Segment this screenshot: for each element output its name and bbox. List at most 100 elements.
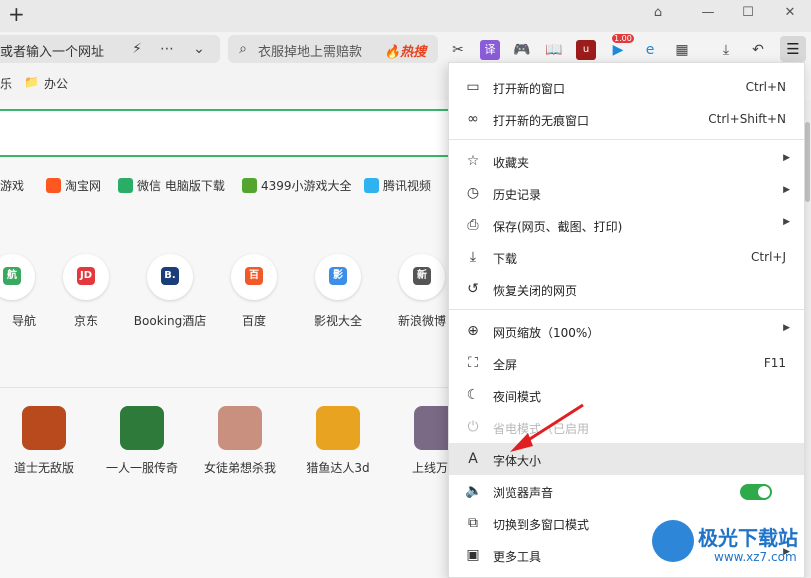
site-logo-icon: 新 <box>413 267 431 285</box>
menu-item-zoom[interactable]: ⊕ 网页缩放（100%） ▶ <box>449 315 804 347</box>
fullscreen-icon: ⛶ <box>468 355 478 371</box>
quick-link-label: 4399小游戏大全 <box>261 179 352 193</box>
new-tab-button[interactable]: + <box>8 2 25 26</box>
menu-button[interactable]: ☰ <box>780 36 806 62</box>
save-icon: ⎙ <box>467 217 479 233</box>
site-name: 影视大全 <box>313 314 362 328</box>
quick-link[interactable]: 腾讯视频 <box>364 177 431 194</box>
4399-icon <box>242 178 257 193</box>
menu-item-label: 下载 <box>493 252 518 266</box>
bookmark-item[interactable]: 乐 <box>0 75 12 92</box>
site-tile[interactable]: JD 京东 <box>46 254 126 329</box>
folder-icon: 📁 <box>24 75 39 89</box>
site-name: 导航 <box>11 314 36 328</box>
wechat-icon <box>118 178 133 193</box>
menu-item-downloads[interactable]: ⤓ 下载 Ctrl+J <box>449 241 804 273</box>
menu-item-history[interactable]: ◷ 历史记录 ▶ <box>449 177 804 209</box>
window-icon: ▭ <box>466 79 480 95</box>
speaker-icon: 🔈 <box>465 483 483 499</box>
site-tile[interactable]: 航 导航 <box>0 254 52 329</box>
ie-icon[interactable]: e <box>640 40 660 60</box>
download-icon[interactable]: ⤓ <box>716 40 736 60</box>
tencent-video-icon <box>364 178 379 193</box>
menu-item-shortcut: F11 <box>763 356 786 370</box>
game-tile[interactable]: 女徒弟想杀我 <box>200 406 280 476</box>
watermark-logo-icon <box>652 520 694 562</box>
minimize-button[interactable]: — <box>690 0 726 26</box>
hot-search-badge[interactable]: 🔥热搜 <box>384 41 426 60</box>
menu-item-label: 网页缩放（100%） <box>493 326 600 340</box>
pin-icon[interactable]: ⌂ <box>640 0 676 26</box>
menu-item-label: 全屏 <box>493 358 518 372</box>
page-search-box[interactable] <box>0 109 470 157</box>
undo-icon[interactable]: ↶ <box>748 40 768 60</box>
quick-link[interactable]: 淘宝网 <box>46 177 101 194</box>
menu-item-shortcut: Ctrl+N <box>745 80 786 94</box>
search-placeholder[interactable]: 衣服掉地上需赔款 <box>258 41 362 60</box>
restore-icon: ↺ <box>467 281 479 297</box>
lightning-icon[interactable]: ⚡ <box>128 40 146 58</box>
quick-link-label: 游戏 <box>0 179 25 193</box>
moon-icon: ☾ <box>466 387 480 403</box>
quick-link[interactable]: 游戏 <box>0 177 24 194</box>
menu-item-label: 夜间模式 <box>493 390 542 404</box>
sound-toggle[interactable] <box>740 484 772 500</box>
site-name: 京东 <box>73 314 98 328</box>
menu-item-restore-closed[interactable]: ↺ 恢复关闭的网页 <box>449 273 804 305</box>
extension-badge: 1.00 <box>612 34 634 43</box>
menu-item-night-mode[interactable]: ☾ 夜间模式 <box>449 379 804 411</box>
reader-icon[interactable]: 📖 <box>544 40 564 60</box>
ublock-icon[interactable]: u <box>576 40 596 60</box>
gamepad-icon[interactable]: 🎮 <box>512 40 532 60</box>
menu-item-label: 打开新的窗口 <box>493 82 566 96</box>
site-logo-icon: 影 <box>329 267 347 285</box>
search-box[interactable]: ⌕ 衣服掉地上需赔款 🔥热搜 <box>228 35 438 63</box>
menu-item-new-window[interactable]: ▭ 打开新的窗口 Ctrl+N <box>449 71 804 103</box>
menu-item-label: 保存(网页、截图、打印) <box>493 220 623 234</box>
quick-link-label: 微信 电脑版下载 <box>137 179 225 193</box>
bookmark-folder[interactable]: 办公 <box>44 75 68 92</box>
menu-item-font-size[interactable]: A 字体大小 <box>449 443 804 475</box>
more-dots-icon[interactable]: ⋯ <box>158 40 176 58</box>
search-icon: ⌕ <box>239 41 247 57</box>
menu-item-power-saving: ⏻ 省电模式（已启用 <box>449 411 804 443</box>
scissors-icon[interactable]: ✂ <box>448 40 468 60</box>
translate-icon[interactable]: 译 <box>480 40 500 60</box>
menu-item-browser-sound[interactable]: 🔈 浏览器声音 <box>449 475 804 507</box>
menu-item-label: 历史记录 <box>493 188 542 202</box>
site-tile[interactable]: 影 影视大全 <box>298 254 378 329</box>
address-bar[interactable]: 或者输入一个网址 ⚡ ⋯ ⌄ <box>0 35 220 63</box>
quick-link[interactable]: 4399小游戏大全 <box>242 177 352 194</box>
close-button[interactable]: ✕ <box>772 0 808 26</box>
menu-item-new-incognito-window[interactable]: ∞ 打开新的无痕窗口 Ctrl+Shift+N <box>449 103 804 135</box>
chevron-down-icon[interactable]: ⌄ <box>190 40 208 58</box>
menu-item-label: 字体大小 <box>493 454 542 468</box>
menu-separator <box>449 139 804 140</box>
toolbox-icon: ▣ <box>466 547 480 563</box>
page-scrollbar[interactable] <box>804 100 811 578</box>
scrollbar-thumb[interactable] <box>805 122 810 202</box>
menu-item-label: 收藏夹 <box>493 156 530 170</box>
address-placeholder[interactable]: 或者输入一个网址 <box>0 41 104 60</box>
chevron-right-icon: ▶ <box>783 217 790 227</box>
taobao-icon <box>46 178 61 193</box>
site-tile[interactable]: 百 百度 <box>214 254 294 329</box>
menu-item-save[interactable]: ⎙ 保存(网页、截图、打印) ▶ <box>449 209 804 241</box>
zoom-icon: ⊕ <box>467 323 479 339</box>
apps-grid-icon[interactable]: ▦ <box>672 40 692 60</box>
clock-icon: ◷ <box>466 185 480 201</box>
game-tile[interactable]: 道士无敌版 <box>4 406 84 476</box>
menu-item-favorites[interactable]: ☆ 收藏夹 ▶ <box>449 145 804 177</box>
game-thumbnail <box>120 406 164 450</box>
game-tile[interactable]: 猎鱼达人3d <box>298 406 378 476</box>
site-tile[interactable]: B. Booking酒店 <box>130 254 210 329</box>
watermark-title: 极光下载站 <box>698 526 798 550</box>
maximize-button[interactable]: ☐ <box>730 0 766 26</box>
play-icon[interactable]: ▶ <box>608 40 628 60</box>
quick-link[interactable]: 微信 电脑版下载 <box>118 177 225 194</box>
site-logo-icon: 航 <box>3 267 21 285</box>
menu-item-label: 省电模式（已启用 <box>493 422 590 436</box>
font-icon: A <box>468 451 478 467</box>
game-tile[interactable]: 一人一服传奇 <box>102 406 182 476</box>
menu-item-fullscreen[interactable]: ⛶ 全屏 F11 <box>449 347 804 379</box>
